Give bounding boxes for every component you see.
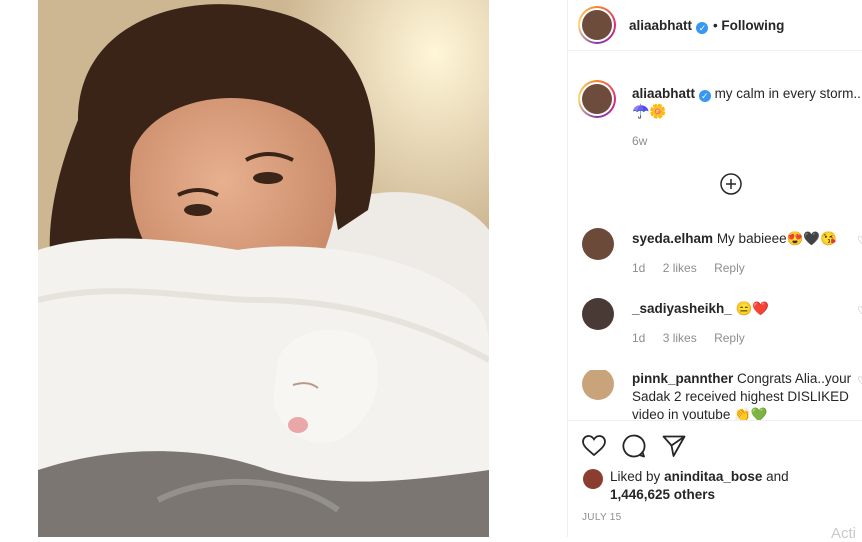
header-username[interactable]: aliaabhatt [629,18,692,33]
comment-time[interactable]: 1d [632,331,645,345]
verified-icon: ✓ [698,90,711,102]
avatar[interactable] [583,469,603,489]
post-side-panel: aliaabhatt ✓ • Following aliaabhatt ✓ my… [567,0,862,542]
comment-item: pinnk_pannther Congrats Alia..your Sadak… [568,370,862,420]
comment-username[interactable]: _sadiyasheikh_ [632,301,732,316]
post-photo[interactable] [38,0,489,537]
caption-username[interactable]: aliaabhatt [632,86,695,101]
caption-emoji: ☂️🌼 [632,103,667,119]
verified-icon: ✓ [696,22,709,34]
avatar[interactable] [582,84,612,114]
comment-username[interactable]: syeda.elham [632,231,713,246]
reply-button[interactable]: Reply [714,261,745,275]
likes-and: and [766,469,789,484]
comment-username[interactable]: pinnk_pannther [632,371,733,386]
comment-likes[interactable]: 3 likes [663,331,697,345]
post-header: aliaabhatt ✓ • Following [568,0,862,51]
post-actions: Liked by aninditaa_bose and 1,446,625 ot… [568,420,862,542]
share-icon[interactable] [661,433,687,459]
post-photo-illustration [38,0,489,537]
post-date[interactable]: JULY 15 [582,512,622,523]
activation-watermark: Acti [831,525,857,542]
heart-icon[interactable]: ♡ [857,374,862,387]
caption-text: my calm in every storm.. [714,86,861,101]
heart-icon[interactable]: ♡ [857,234,862,247]
comment-time[interactable]: 1d [632,261,645,275]
likes-count[interactable]: 1,446,625 others [610,487,715,502]
likes-prefix: Liked by [610,469,661,484]
story-ring[interactable] [578,80,616,118]
avatar[interactable] [582,228,614,260]
likes-summary: Liked by aninditaa_bose and 1,446,625 ot… [610,468,850,504]
comment-icon[interactable] [621,433,647,459]
story-ring[interactable] [578,6,616,44]
caption-block: aliaabhatt ✓ my calm in every storm.. ☂️… [568,78,862,158]
follow-status-button[interactable]: Following [721,18,784,33]
avatar[interactable] [582,370,614,400]
heart-icon[interactable] [581,433,607,459]
liked-by-user[interactable]: aninditaa_bose [664,469,762,484]
avatar[interactable] [582,10,612,40]
comment-likes[interactable]: 2 likes [663,261,697,275]
caption-time[interactable]: 6w [632,134,647,148]
reply-button[interactable]: Reply [714,331,745,345]
plus-circle-icon[interactable] [720,173,742,195]
heart-icon[interactable]: ♡ [857,304,862,317]
comment-text: My babieee😍🖤😘 [716,231,838,246]
avatar[interactable] [582,298,614,330]
comment-text: 😑❤️ [735,301,770,316]
post-media-area [0,0,567,537]
